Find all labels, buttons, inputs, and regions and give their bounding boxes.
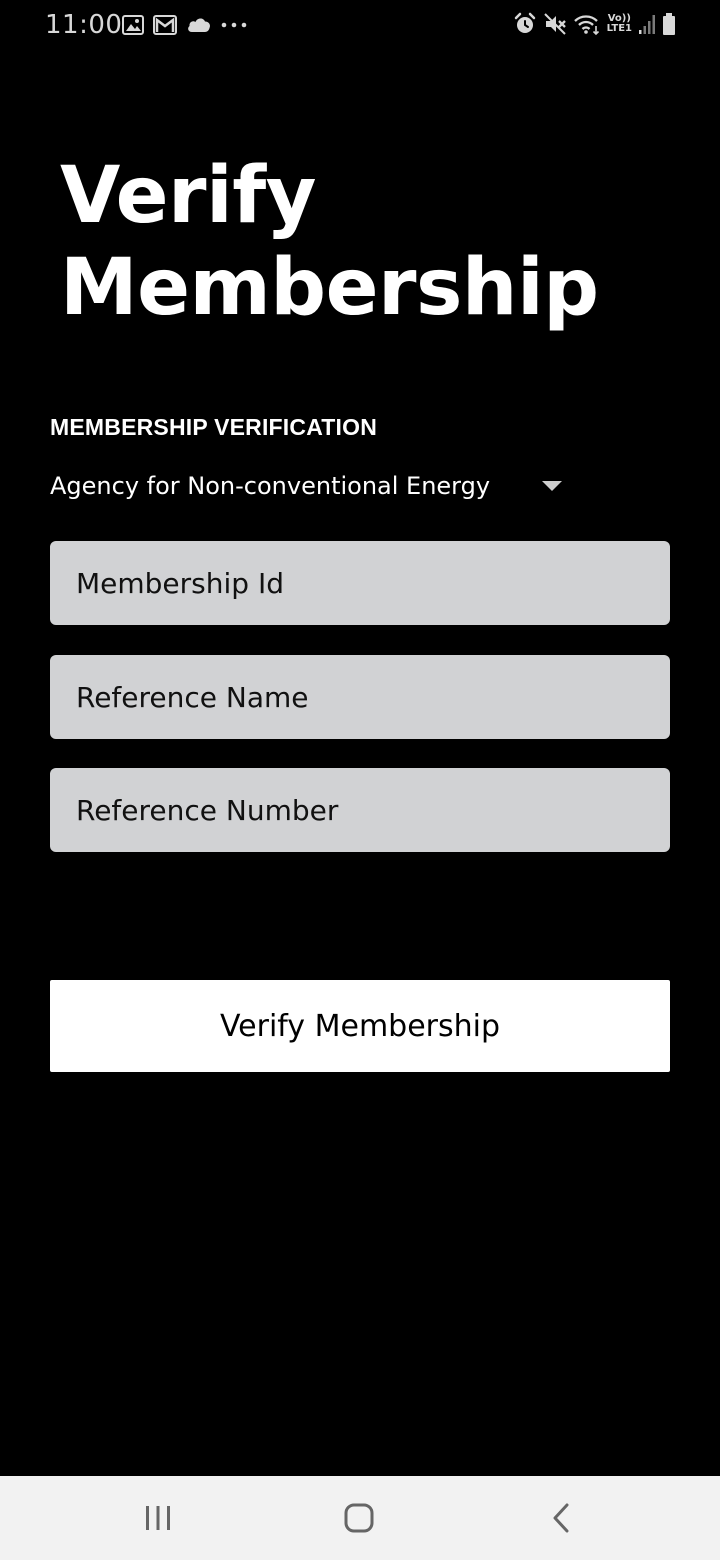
lte-text: LTE1: [606, 23, 632, 34]
chevron-down-icon: [542, 481, 562, 491]
mute-icon: [543, 13, 566, 35]
page-title-line-2: Membership: [60, 243, 599, 333]
back-button[interactable]: [531, 1494, 591, 1542]
more-dots-icon: [221, 22, 247, 28]
status-left-icons: [122, 14, 247, 36]
back-icon: [553, 1503, 569, 1533]
gmail-icon: [153, 15, 177, 35]
verify-membership-button[interactable]: Verify Membership: [50, 980, 670, 1072]
agency-select-value: Agency for Non-conventional Energy: [50, 472, 491, 500]
status-time: 11:00: [45, 10, 123, 40]
alarm-icon: [514, 12, 535, 33]
home-icon: [344, 1503, 374, 1533]
agency-select[interactable]: Agency for Non-conventional Energy: [50, 466, 570, 506]
cloud-icon: [188, 18, 210, 32]
page-title: Verify Membership: [60, 150, 599, 334]
recents-button[interactable]: [128, 1494, 188, 1542]
page-title-line-1: Verify: [60, 151, 316, 241]
section-label: MEMBERSHIP VERIFICATION: [50, 414, 378, 440]
gallery-icon: [122, 15, 144, 35]
volte-lte-icon: Vo)) LTE1: [607, 14, 632, 34]
battery-icon: [663, 13, 675, 35]
status-right-icons: Vo)) LTE1: [513, 12, 676, 36]
signal-icon: [639, 15, 655, 34]
recents-icon: [146, 1506, 170, 1530]
app-screen: 11:00 Vo)) LTE1 Verify Membership MEMBER…: [0, 0, 720, 1560]
reference-number-field-container: [50, 768, 670, 852]
navigation-bar: [0, 1476, 720, 1560]
reference-name-input[interactable]: [76, 680, 644, 714]
membership-id-input[interactable]: [76, 566, 644, 600]
wifi-icon: [573, 15, 599, 36]
membership-id-field-container: [50, 541, 670, 625]
status-bar: 11:00 Vo)) LTE1: [0, 0, 720, 54]
home-button[interactable]: [329, 1494, 389, 1542]
reference-number-input[interactable]: [76, 793, 644, 827]
reference-name-field-container: [50, 655, 670, 739]
